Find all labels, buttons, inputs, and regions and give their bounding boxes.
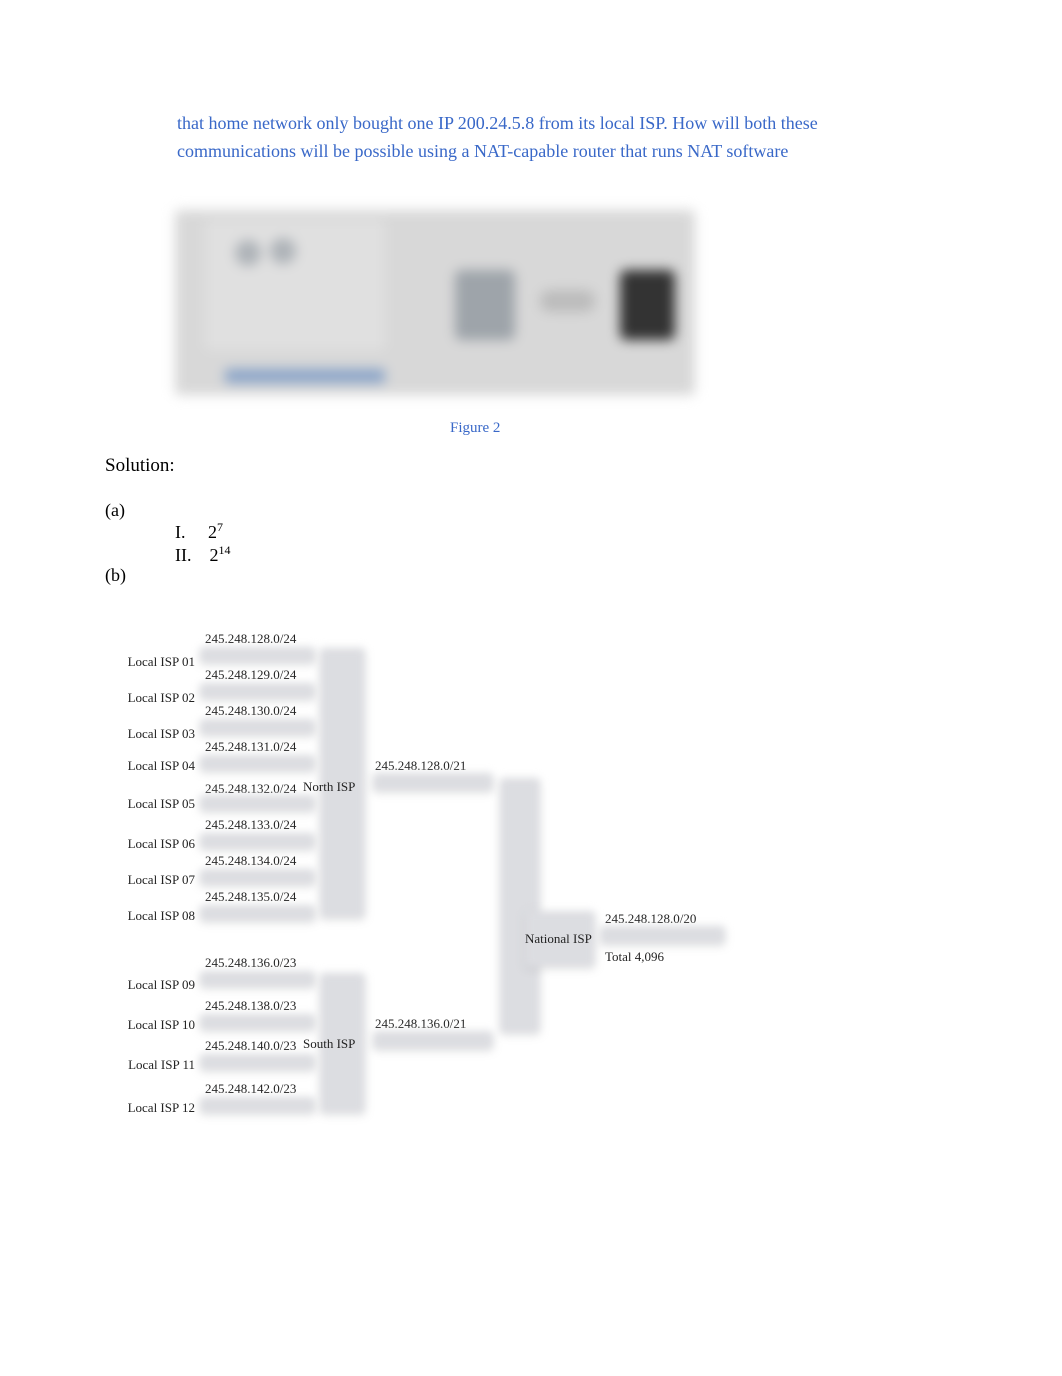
north-isp-ip: 245.248.128.0/21	[375, 758, 466, 774]
ip-local-03: 245.248.130.0/24	[205, 703, 296, 719]
label-local-06: Local ISP 06	[105, 836, 195, 852]
north-isp-label: North ISP	[303, 779, 355, 795]
national-isp-ip: 245.248.128.0/20	[605, 911, 696, 927]
part-a-label: (a)	[105, 500, 125, 521]
label-local-03: Local ISP 03	[105, 726, 195, 742]
label-local-10: Local ISP 10	[105, 1017, 195, 1033]
ip-local-10: 245.248.138.0/23	[205, 998, 296, 1014]
national-isp-label: National ISP	[525, 931, 592, 947]
question-text: that home network only bought one IP 200…	[177, 110, 857, 166]
answer-list: I. 27 II. 214	[175, 520, 231, 566]
label-local-07: Local ISP 07	[105, 872, 195, 888]
label-local-08: Local ISP 08	[105, 908, 195, 924]
figure-2-image	[175, 210, 695, 395]
answer-ii-label: II.	[175, 545, 192, 565]
label-local-01: Local ISP 01	[105, 654, 195, 670]
answer-i-base: 2	[208, 522, 217, 542]
ip-local-09: 245.248.136.0/23	[205, 955, 296, 971]
ip-local-12: 245.248.142.0/23	[205, 1081, 296, 1097]
national-isp-total: Total 4,096	[605, 949, 664, 965]
south-isp-ip: 245.248.136.0/21	[375, 1016, 466, 1032]
label-local-02: Local ISP 02	[105, 690, 195, 706]
label-local-11: Local ISP 11	[105, 1057, 195, 1073]
answer-i-exp: 7	[217, 520, 223, 534]
ip-local-02: 245.248.129.0/24	[205, 667, 296, 683]
ip-local-01: 245.248.128.0/24	[205, 631, 296, 647]
answer-i-label: I.	[175, 522, 186, 542]
ip-local-06: 245.248.133.0/24	[205, 817, 296, 833]
figure-caption: Figure 2	[450, 420, 500, 437]
solution-header: Solution:	[105, 455, 175, 477]
ip-local-11: 245.248.140.0/23	[205, 1038, 296, 1054]
south-isp-label: South ISP	[303, 1036, 355, 1052]
label-local-04: Local ISP 04	[105, 758, 195, 774]
ip-local-08: 245.248.135.0/24	[205, 889, 296, 905]
answer-ii-base: 2	[210, 545, 219, 565]
label-local-09: Local ISP 09	[105, 977, 195, 993]
ip-local-07: 245.248.134.0/24	[205, 853, 296, 869]
answer-ii-exp: 14	[219, 543, 231, 557]
part-b-label: (b)	[105, 565, 126, 586]
isp-diagram: 245.248.128.0/24 Local ISP 01 245.248.12…	[105, 623, 855, 1133]
ip-local-04: 245.248.131.0/24	[205, 739, 296, 755]
label-local-12: Local ISP 12	[105, 1100, 195, 1116]
label-local-05: Local ISP 05	[105, 796, 195, 812]
